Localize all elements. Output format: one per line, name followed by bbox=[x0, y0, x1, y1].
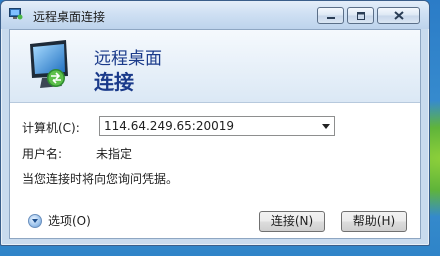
dropdown-arrow-icon[interactable] bbox=[322, 124, 330, 129]
connect-button[interactable]: 连接(N) bbox=[259, 211, 325, 232]
banner-title-line2: 连接 bbox=[94, 70, 134, 94]
window-title: 远程桌面连接 bbox=[33, 10, 106, 24]
help-button[interactable]: 帮助(H) bbox=[341, 211, 407, 232]
rdp-window: 远程桌面连接 远程桌面 连接 计算机(C): 114.64.249.65:200… bbox=[0, 0, 430, 246]
username-value: 未指定 bbox=[96, 147, 133, 161]
title-bar[interactable]: 远程桌面连接 bbox=[1, 1, 429, 29]
rdp-title-icon bbox=[9, 8, 23, 20]
maximize-icon bbox=[356, 11, 365, 20]
computer-label: 计算机(C): bbox=[22, 121, 80, 135]
minimize-icon bbox=[326, 16, 335, 19]
computer-combobox[interactable]: 114.64.249.65:20019 bbox=[99, 116, 335, 136]
username-label: 用户名: bbox=[22, 147, 63, 161]
options-label: 选项(O) bbox=[48, 214, 91, 228]
credentials-info-text: 当您连接时将向您询问凭据。 bbox=[22, 172, 179, 186]
dialog-content: 远程桌面 连接 计算机(C): 114.64.249.65:20019 用户名:… bbox=[9, 29, 421, 239]
minimize-button[interactable] bbox=[317, 7, 344, 24]
options-toggle[interactable]: 选项(O) bbox=[28, 212, 91, 229]
close-icon bbox=[393, 11, 404, 20]
monitor-connect-icon bbox=[30, 40, 68, 88]
header-banner: 远程桌面 连接 bbox=[10, 30, 420, 103]
maximize-button[interactable] bbox=[347, 7, 374, 24]
computer-value: 114.64.249.65:20019 bbox=[104, 119, 235, 133]
close-button[interactable] bbox=[377, 7, 420, 24]
expand-chevron-icon[interactable] bbox=[28, 213, 42, 228]
